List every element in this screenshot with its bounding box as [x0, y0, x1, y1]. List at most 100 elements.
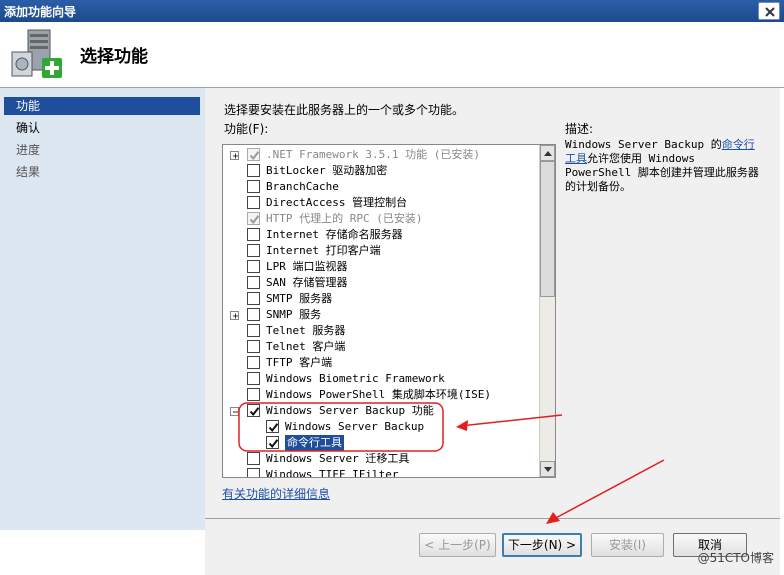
feature-checkbox[interactable] [247, 164, 260, 177]
feature-row[interactable]: SMTP 服务器 [223, 291, 541, 307]
scroll-down-button[interactable] [540, 461, 555, 477]
page-title: 选择功能 [80, 47, 148, 67]
feature-row[interactable]: BitLocker 驱动器加密 [223, 163, 541, 179]
feature-label: SNMP 服务 [266, 308, 322, 321]
feature-checkbox[interactable] [247, 260, 260, 273]
feature-checkbox[interactable] [247, 404, 260, 417]
feature-row[interactable]: .NET Framework 3.5.1 功能 (已安装) [223, 147, 541, 163]
feature-label: LPR 端口监视器 [266, 260, 348, 273]
feature-checkbox[interactable] [247, 180, 260, 193]
description-part2: 允许您使用 Windows PowerShell 脚本创建并管理此服务器的计划备… [565, 152, 759, 193]
feature-checkbox[interactable] [247, 372, 260, 385]
feature-label: Windows PowerShell 集成脚本环境(ISE) [266, 388, 491, 401]
feature-label: Windows Biometric Framework [266, 372, 445, 385]
feature-label: TFTP 客户端 [266, 356, 333, 369]
feature-label: Telnet 客户端 [266, 340, 346, 353]
next-button[interactable]: 下一步(N) > [502, 533, 582, 557]
feature-label: 命令行工具 [285, 435, 344, 451]
scroll-thumb[interactable] [540, 161, 555, 297]
feature-checkbox[interactable] [247, 324, 260, 337]
description-label: 描述: [565, 122, 594, 136]
arrow-down-icon [544, 467, 552, 472]
feature-label: BitLocker 驱动器加密 [266, 164, 388, 177]
nav-step-confirm[interactable]: 确认 [4, 119, 200, 137]
close-button[interactable] [758, 2, 780, 20]
feature-checkbox[interactable] [247, 340, 260, 353]
feature-row[interactable]: DirectAccess 管理控制台 [223, 195, 541, 211]
nav-step-features[interactable]: 功能 [4, 97, 200, 115]
feature-row[interactable]: Internet 打印客户端 [223, 243, 541, 259]
expand-icon[interactable] [230, 311, 239, 320]
feature-label: SAN 存储管理器 [266, 276, 348, 289]
main-content: 选择要安装在此服务器上的一个或多个功能。 功能(F): .NET Framewo… [205, 88, 780, 530]
feature-checkbox[interactable] [247, 292, 260, 305]
feature-row[interactable]: BranchCache [223, 179, 541, 195]
features-label: 功能(F): [224, 122, 269, 136]
checkmark-icon [249, 151, 260, 161]
wizard-button-bar: < 上一步(P) 下一步(N) > 安装(I) 取消 [205, 518, 780, 575]
feature-row[interactable]: Windows TIFF IFilter [223, 467, 541, 478]
feature-row[interactable]: SNMP 服务 [223, 307, 541, 323]
feature-label: Internet 打印客户端 [266, 244, 381, 257]
collapse-icon[interactable] [230, 407, 239, 416]
wizard-steps-nav: 功能 确认 进度 结果 [0, 88, 205, 530]
feature-row[interactable]: Windows Server Backup [223, 419, 541, 435]
feature-label: HTTP 代理上的 RPC (已安装) [266, 212, 423, 225]
feature-row[interactable]: Internet 存储命名服务器 [223, 227, 541, 243]
feature-checkbox[interactable] [247, 468, 260, 477]
description-text: Windows Server Backup 的命令行工具允许您使用 Window… [565, 138, 763, 194]
feature-label: Windows Server Backup 功能 [266, 404, 434, 417]
feature-row[interactable]: Windows Server 迁移工具 [223, 451, 541, 467]
wizard-header: 选择功能 [0, 22, 784, 88]
expand-icon[interactable] [230, 151, 239, 160]
feature-label: Windows TIFF IFilter [266, 468, 399, 478]
checkmark-icon [249, 407, 260, 417]
checkmark-icon [268, 439, 279, 449]
feature-row[interactable]: Telnet 客户端 [223, 339, 541, 355]
features-tree[interactable]: .NET Framework 3.5.1 功能 (已安装) BitLocker 驱… [222, 144, 556, 478]
feature-row[interactable]: Telnet 服务器 [223, 323, 541, 339]
feature-label: Telnet 服务器 [266, 324, 346, 337]
feature-checkbox[interactable] [266, 420, 279, 433]
more-info-link[interactable]: 有关功能的详细信息 [222, 485, 330, 502]
feature-label: Internet 存储命名服务器 [266, 228, 403, 241]
checkmark-icon [268, 423, 279, 433]
feature-row[interactable]: LPR 端口监视器 [223, 259, 541, 275]
vertical-scrollbar[interactable] [539, 145, 555, 477]
feature-row[interactable]: SAN 存储管理器 [223, 275, 541, 291]
feature-label: BranchCache [266, 180, 339, 193]
feature-row[interactable]: Windows PowerShell 集成脚本环境(ISE) [223, 387, 541, 403]
arrow-up-icon [544, 151, 552, 156]
feature-row[interactable]: HTTP 代理上的 RPC (已安装) [223, 211, 541, 227]
checkmark-icon [249, 215, 260, 225]
nav-step-progress: 进度 [16, 143, 41, 157]
feature-label: .NET Framework 3.5.1 功能 (已安装) [266, 148, 480, 161]
install-button[interactable]: 安装(I) [591, 533, 664, 557]
feature-checkbox[interactable] [247, 356, 260, 369]
feature-row[interactable]: Windows Biometric Framework [223, 371, 541, 387]
server-add-feature-icon [11, 29, 62, 78]
feature-label: SMTP 服务器 [266, 292, 333, 305]
feature-checkbox[interactable] [247, 388, 260, 401]
instruction-text: 选择要安装在此服务器上的一个或多个功能。 [224, 103, 465, 117]
feature-checkbox[interactable] [247, 244, 260, 257]
feature-row[interactable]: Windows Server Backup 功能 [223, 403, 541, 419]
feature-row[interactable]: TFTP 客户端 [223, 355, 541, 371]
watermark: @51CTO博客 [697, 551, 774, 565]
feature-checkbox[interactable] [247, 196, 260, 209]
feature-checkbox[interactable] [247, 228, 260, 241]
nav-step-results: 结果 [16, 165, 41, 179]
feature-checkbox[interactable] [247, 308, 260, 321]
feature-checkbox [247, 212, 260, 225]
feature-checkbox[interactable] [247, 452, 260, 465]
previous-button[interactable]: < 上一步(P) [419, 533, 496, 557]
window-right-edge [780, 88, 784, 575]
close-icon [765, 7, 775, 17]
window-title: 添加功能向导 [4, 5, 77, 19]
feature-row[interactable]: 命令行工具 [223, 435, 541, 451]
feature-checkbox[interactable] [266, 436, 279, 449]
feature-checkbox[interactable] [247, 276, 260, 289]
scroll-up-button[interactable] [540, 145, 555, 161]
feature-checkbox [247, 148, 260, 161]
feature-label: Windows Server Backup [285, 420, 425, 433]
